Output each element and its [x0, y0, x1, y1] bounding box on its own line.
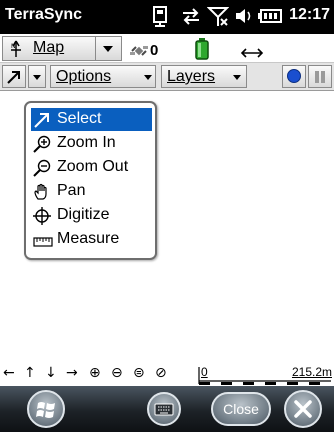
zoom-in-icon [33, 135, 51, 158]
tool-item-digitize[interactable]: Digitize [31, 204, 152, 227]
sync-device-icon[interactable] [150, 5, 170, 31]
scale-end-label: 215.2m [291, 365, 332, 379]
pause-button[interactable] [308, 65, 332, 88]
pan-right-button[interactable]: → [66, 365, 78, 381]
scale-start-label: 0 [201, 365, 208, 379]
close-button[interactable]: Close [211, 392, 271, 426]
keyboard-button[interactable] [147, 392, 181, 426]
zoom-extents-button[interactable]: ⊜ [133, 365, 145, 381]
tool-item-zoom-out[interactable]: Zoom Out [31, 156, 152, 179]
exit-button[interactable] [284, 390, 322, 428]
record-button[interactable] [282, 65, 306, 88]
tool-item-label: Zoom In [57, 134, 116, 151]
tool-item-pan[interactable]: Pan [31, 180, 152, 203]
ruler-icon [33, 234, 53, 252]
tool-item-zoom-in[interactable]: Zoom In [31, 132, 152, 155]
select-arrow-icon [33, 111, 51, 134]
satellite-icon[interactable] [130, 42, 148, 64]
navigation-bar: ← ↑ ↓ → ⊕ ⊖ ⊜ ⊘ 0 215.2m [0, 364, 334, 386]
pan-left-button[interactable]: ← [3, 365, 15, 381]
close-x-icon [294, 400, 312, 418]
satellite-count: 0 [150, 42, 159, 59]
zoom-out-icon [33, 159, 51, 182]
current-tool-button[interactable] [2, 65, 26, 88]
map-row: N Map 0 [0, 34, 334, 63]
zoom-in-button[interactable]: ⊕ [89, 365, 101, 381]
toolbar: Options Layers [0, 63, 334, 91]
tool-item-measure[interactable]: Measure [31, 228, 152, 251]
pan-down-button[interactable]: ↓ [45, 365, 57, 381]
tool-item-label: Select [57, 110, 102, 127]
title-bar: TerraSync 12:17 [0, 0, 334, 34]
windows-start-icon [36, 402, 55, 418]
signal-off-icon[interactable] [206, 5, 230, 31]
hand-icon [33, 183, 51, 206]
zoom-previous-button[interactable]: ⊘ [155, 365, 167, 381]
map-mode-label: Map [33, 39, 65, 56]
zoom-out-button[interactable]: ⊖ [111, 365, 123, 381]
record-icon [287, 69, 301, 83]
north-arrow-icon: N [8, 40, 24, 62]
options-label: Options [56, 68, 112, 85]
connectivity-icon[interactable] [180, 5, 202, 31]
clock[interactable]: 12:17 [289, 6, 330, 24]
pause-icon-bar [321, 71, 325, 83]
command-bar: Close [0, 386, 334, 432]
scale-bar: 0 215.2m [195, 365, 332, 385]
crosshair-icon [33, 207, 51, 230]
pan-up-button[interactable]: ↑ [24, 365, 36, 381]
options-menu[interactable]: Options [50, 65, 156, 88]
select-arrow-icon [7, 71, 20, 84]
volume-icon[interactable] [233, 5, 255, 31]
map-mode-selector[interactable]: N Map [2, 36, 122, 61]
chevron-down-icon [233, 75, 241, 80]
tool-item-label: Measure [57, 230, 120, 247]
app-title: TerraSync [5, 6, 83, 23]
tool-item-label: Zoom Out [57, 158, 129, 175]
keyboard-icon [154, 403, 174, 416]
battery-level-icon[interactable] [195, 38, 209, 64]
pause-icon [315, 71, 319, 83]
chevron-down-icon [33, 75, 41, 80]
tool-item-label: Pan [57, 182, 86, 199]
layers-menu[interactable]: Layers [161, 65, 247, 88]
selector-divider [95, 37, 96, 60]
tool-item-select[interactable]: Select [31, 108, 152, 131]
tool-menu: Select Zoom In Zoom Out Pan Digitize Mea… [24, 101, 157, 260]
tool-item-label: Digitize [57, 206, 110, 223]
svg-text:N: N [11, 43, 16, 50]
start-button[interactable] [27, 390, 65, 428]
chevron-down-icon [144, 75, 152, 80]
horizontal-arrows-icon[interactable] [240, 44, 264, 63]
chevron-down-icon[interactable] [103, 46, 113, 52]
tool-dropdown-button[interactable] [28, 65, 46, 88]
layers-label: Layers [167, 68, 216, 85]
battery-icon[interactable] [258, 8, 282, 28]
